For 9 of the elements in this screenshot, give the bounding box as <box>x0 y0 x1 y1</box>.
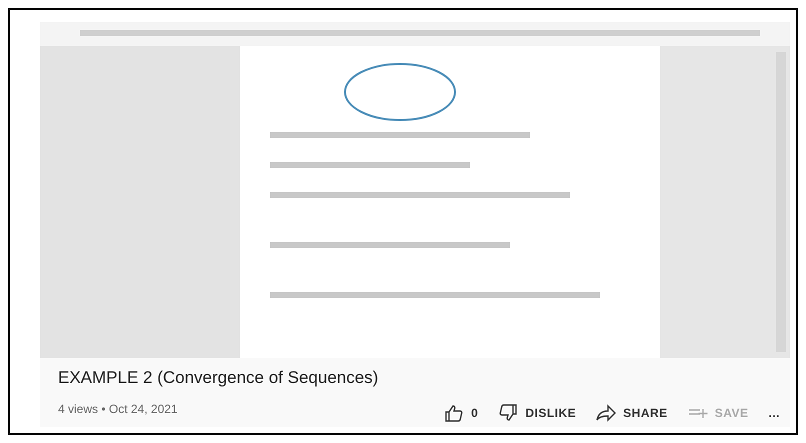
thumbs-up-icon <box>444 404 464 422</box>
like-button[interactable]: 0 <box>444 404 478 422</box>
share-arrow-icon <box>596 404 616 422</box>
dislike-button[interactable]: DISLIKE <box>498 404 576 422</box>
thumbs-down-icon <box>498 404 518 422</box>
view-count-and-date: 4 views • Oct 24, 2021 <box>58 402 178 416</box>
more-button[interactable]: ... <box>768 406 780 420</box>
share-button[interactable]: SHARE <box>596 404 668 422</box>
video-title: EXAMPLE 2 (Convergence of Sequences) <box>58 368 380 388</box>
